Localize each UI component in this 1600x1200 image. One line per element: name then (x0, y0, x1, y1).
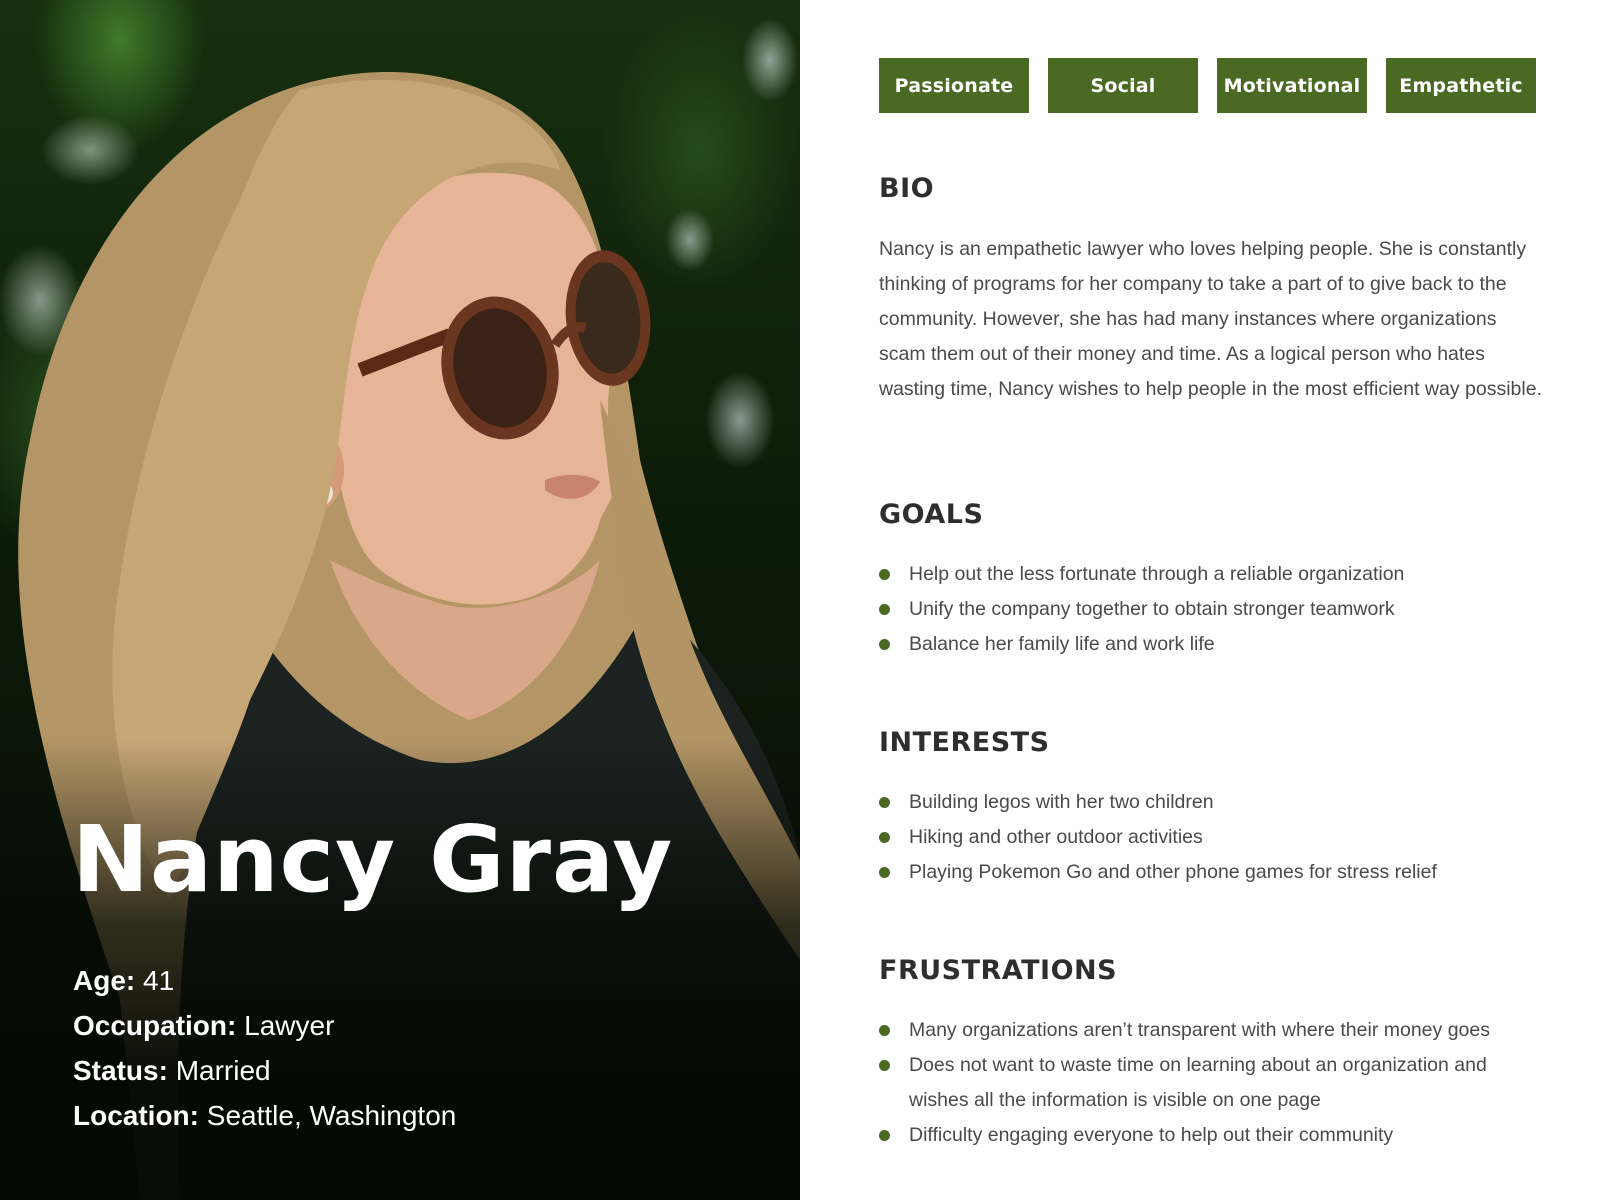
bio-heading: BIO (879, 173, 935, 204)
persona-name: Nancy Gray (72, 806, 674, 913)
trait-tag-passionate: Passionate (879, 58, 1029, 113)
fact-occupation-value: Lawyer (244, 1010, 335, 1041)
interest-item-text: Hiking and other outdoor activities (909, 826, 1203, 848)
trait-tag-motivational: Motivational (1217, 58, 1367, 113)
bullet-dot-icon (879, 604, 890, 615)
bullet-dot-icon (879, 1060, 890, 1071)
persona-details: Passionate Social Motivational Empatheti… (879, 0, 1542, 1200)
interest-item: Hiking and other outdoor activities (879, 820, 1543, 855)
frustration-item-text: Many organizations aren’t transparent wi… (909, 1019, 1490, 1041)
fact-location-value: Seattle, Washington (206, 1100, 457, 1131)
bullet-dot-icon (879, 1025, 890, 1036)
frustration-item: Difficulty engaging everyone to help out… (879, 1118, 1543, 1153)
trait-tags: Passionate Social Motivational Empatheti… (879, 58, 1536, 113)
bullet-dot-icon (879, 639, 890, 650)
fact-age-value: 41 (143, 965, 175, 996)
goals-heading: GOALS (879, 499, 984, 530)
bullet-dot-icon (879, 797, 890, 808)
fact-location-label: Location: (73, 1100, 199, 1131)
trait-tag-empathetic: Empathetic (1386, 58, 1536, 113)
frustration-item: Does not want to waste time on learning … (879, 1048, 1543, 1118)
interest-item: Playing Pokemon Go and other phone games… (879, 855, 1543, 890)
trait-tag-social: Social (1048, 58, 1198, 113)
bullet-dot-icon (879, 867, 890, 878)
fact-status-value: Married (175, 1055, 271, 1086)
frustrations-heading: FRUSTRATIONS (879, 955, 1118, 986)
goal-item-text: Unify the company together to obtain str… (909, 598, 1395, 620)
bullet-dot-icon (879, 569, 890, 580)
bullet-dot-icon (879, 832, 890, 843)
bullet-dot-icon (879, 1130, 890, 1141)
interests-heading: INTERESTS (879, 727, 1050, 758)
fact-occupation: Occupation: Lawyer (73, 1003, 456, 1048)
persona-facts: Age: 41 Occupation: Lawyer Status: Marri… (73, 958, 456, 1138)
interests-list: Building legos with her two children Hik… (879, 785, 1543, 890)
goal-item: Balance her family life and work life (879, 627, 1543, 662)
goal-item: Unify the company together to obtain str… (879, 592, 1543, 627)
frustration-item: Many organizations aren’t transparent wi… (879, 1013, 1543, 1048)
goal-item: Help out the less fortunate through a re… (879, 557, 1543, 592)
interest-item-text: Playing Pokemon Go and other phone games… (909, 861, 1437, 883)
fact-age: Age: 41 (73, 958, 456, 1003)
interest-item: Building legos with her two children (879, 785, 1543, 820)
fact-status-label: Status: (73, 1055, 168, 1086)
fact-age-label: Age: (73, 965, 136, 996)
fact-location: Location: Seattle, Washington (73, 1093, 456, 1138)
interest-item-text: Building legos with her two children (909, 791, 1214, 813)
goal-item-text: Balance her family life and work life (909, 633, 1215, 655)
goals-list: Help out the less fortunate through a re… (879, 557, 1543, 662)
bio-text: Nancy is an empathetic lawyer who loves … (879, 238, 1542, 400)
frustrations-list: Many organizations aren’t transparent wi… (879, 1013, 1543, 1153)
frustration-item-text: Difficulty engaging everyone to help out… (909, 1124, 1394, 1146)
goal-item-text: Help out the less fortunate through a re… (909, 563, 1405, 585)
persona-photo-panel: Nancy Gray Age: 41 Occupation: Lawyer St… (0, 0, 800, 1200)
fact-occupation-label: Occupation: (73, 1010, 237, 1041)
frustration-item-text: Does not want to waste time on learning … (909, 1054, 1487, 1111)
fact-status: Status: Married (73, 1048, 456, 1093)
